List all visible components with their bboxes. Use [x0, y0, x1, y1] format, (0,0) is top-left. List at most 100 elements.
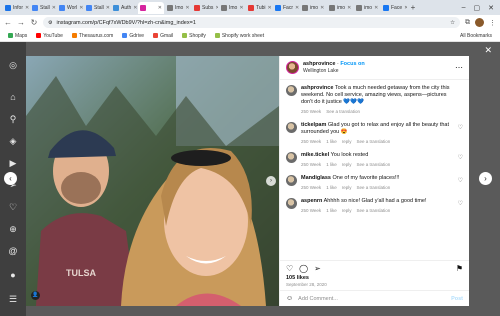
tab-close-icon[interactable]: ✕	[185, 5, 189, 11]
browser-tab[interactable]: imo ✕	[354, 2, 380, 14]
commenter-username[interactable]: ashprovince	[301, 85, 333, 91]
browser-tab[interactable]: ✕	[138, 1, 164, 14]
maximize-icon[interactable]: ▢	[474, 4, 481, 12]
like-icon[interactable]: ♡	[286, 264, 293, 273]
tab-close-icon[interactable]: ✕	[347, 5, 351, 11]
all-bookmarks-link[interactable]: All Bookmarks	[460, 33, 492, 39]
close-modal-icon[interactable]: ✕	[484, 45, 492, 56]
bookmark-item[interactable]: Maps	[8, 33, 27, 39]
bookmark-item[interactable]: Gmail	[153, 33, 173, 39]
browser-tab[interactable]: Stall ✕	[84, 2, 110, 14]
commenter-avatar[interactable]	[286, 152, 297, 163]
more-menu-icon[interactable]: ☰	[8, 294, 18, 304]
browser-tab[interactable]: Stall ✕	[30, 2, 56, 14]
forward-icon[interactable]: →	[17, 18, 25, 27]
threads-icon[interactable]: @	[8, 246, 18, 256]
reels-icon[interactable]: ▶	[8, 158, 18, 168]
tab-close-icon[interactable]: ✕	[79, 5, 83, 11]
emoji-icon[interactable]: ☺	[286, 295, 293, 302]
notifications-icon[interactable]: ♡	[8, 202, 18, 212]
browser-tab[interactable]: Worl ✕	[57, 2, 83, 14]
tab-close-icon[interactable]: ✕	[133, 5, 137, 11]
search-icon[interactable]: ⚲	[8, 114, 18, 124]
browser-tab[interactable]: Tubi ✕	[246, 2, 272, 14]
address-bar[interactable]: ⚙ instagram.com/p/CFqf7xWDb9V/?hl=zh-cn&…	[43, 17, 460, 28]
see-translation-link[interactable]: See a translation	[356, 161, 390, 168]
reload-icon[interactable]: ↻	[30, 18, 38, 27]
commenter-username[interactable]: aspenrn	[301, 198, 322, 204]
see-translation-link[interactable]: See a translation	[356, 138, 390, 145]
browser-tab[interactable]: Imo ✕	[219, 2, 245, 14]
browser-tab[interactable]: Subs ✕	[192, 2, 218, 14]
author-username[interactable]: ashprovince	[303, 61, 335, 67]
tab-close-icon[interactable]: ✕	[320, 5, 324, 11]
bookmark-star-icon[interactable]: ☆	[450, 20, 455, 26]
post-location[interactable]: Wellington Lake	[303, 68, 365, 75]
commenter-username[interactable]: Mandiglass	[301, 175, 331, 181]
explore-icon[interactable]: ◈	[8, 136, 18, 146]
profile-icon[interactable]: ●	[8, 270, 18, 280]
tab-close-icon[interactable]: ✕	[239, 5, 243, 11]
bookmark-item[interactable]: Shopify	[182, 33, 206, 39]
browser-tab[interactable]: Infor ✕	[3, 2, 29, 14]
tab-close-icon[interactable]: ✕	[295, 5, 299, 11]
tab-close-icon[interactable]: ✕	[106, 5, 110, 11]
comment-likes[interactable]: 1 like	[326, 207, 337, 214]
extensions-icon[interactable]: ⧉	[465, 19, 470, 27]
reply-button[interactable]: reply	[342, 184, 352, 191]
comment-likes[interactable]: 1 like	[326, 184, 337, 191]
new-tab-button[interactable]: +	[408, 3, 418, 12]
follow-button[interactable]: Focus on	[340, 61, 364, 67]
tab-close-icon[interactable]: ✕	[52, 5, 56, 11]
see-translation-link[interactable]: See a translation	[326, 108, 360, 115]
commenter-username[interactable]: mike.tickel	[301, 152, 329, 158]
comment-like-icon[interactable]: ♡	[458, 200, 463, 207]
tagged-user-icon[interactable]: 👤	[31, 291, 40, 300]
browser-tab[interactable]: Face ✕	[381, 2, 407, 14]
menu-icon[interactable]: ⋮	[489, 19, 496, 27]
tab-close-icon[interactable]: ✕	[404, 5, 407, 11]
home-icon[interactable]: ⌂	[8, 92, 18, 102]
commenter-avatar[interactable]	[286, 198, 297, 209]
share-icon[interactable]: ➢	[314, 264, 321, 273]
comment-like-icon[interactable]: ♡	[458, 154, 463, 161]
next-image-icon[interactable]: ›	[266, 176, 276, 186]
commenter-avatar[interactable]	[286, 175, 297, 186]
close-window-icon[interactable]: ✕	[488, 4, 494, 12]
reply-button[interactable]: reply	[342, 161, 352, 168]
reply-button[interactable]: reply	[342, 207, 352, 214]
reply-button[interactable]: reply	[342, 138, 352, 145]
comment-like-icon[interactable]: ♡	[458, 124, 463, 131]
comment-likes[interactable]: 1 like	[326, 138, 337, 145]
commenter-avatar[interactable]	[286, 122, 297, 133]
see-translation-link[interactable]: See a translation	[356, 207, 390, 214]
comment-likes[interactable]: 1 like	[326, 161, 337, 168]
browser-tab[interactable]: Auth ✕	[111, 2, 137, 14]
bookmark-item[interactable]: Shopify work sheet	[214, 33, 264, 39]
site-info-icon[interactable]: ⚙	[48, 20, 52, 26]
tab-close-icon[interactable]: ✕	[25, 5, 29, 11]
post-comment-button[interactable]: Post	[451, 296, 463, 302]
author-avatar[interactable]	[286, 61, 299, 74]
commenter-username[interactable]: tickelpam	[301, 122, 326, 128]
add-comment-input[interactable]: Add Comment...	[298, 296, 338, 302]
minimize-icon[interactable]: –	[462, 4, 466, 12]
profile-avatar[interactable]	[475, 18, 484, 27]
comment-icon[interactable]: ◯	[299, 264, 308, 273]
more-options-icon[interactable]: ⋯	[455, 63, 463, 72]
post-photo[interactable]: TULSA › 👤	[26, 56, 279, 306]
browser-tab[interactable]: Facr ✕	[273, 2, 299, 14]
prev-post-icon[interactable]: ‹	[4, 172, 17, 185]
browser-tab[interactable]: Imo ✕	[165, 2, 191, 14]
tab-close-icon[interactable]: ✕	[374, 5, 378, 11]
bookmark-item[interactable]: Thesaurus.com	[71, 33, 113, 39]
create-icon[interactable]: ⊕	[8, 224, 18, 234]
comment-like-icon[interactable]: ♡	[458, 177, 463, 184]
browser-tab[interactable]: imo ✕	[327, 2, 353, 14]
next-post-icon[interactable]: ›	[479, 172, 492, 185]
back-icon[interactable]: ←	[4, 18, 12, 27]
bookmark-item[interactable]: Gdrive	[122, 33, 144, 39]
commenter-avatar[interactable]	[286, 85, 297, 96]
save-icon[interactable]: ⚑	[456, 264, 463, 273]
tab-close-icon[interactable]: ✕	[215, 5, 218, 11]
